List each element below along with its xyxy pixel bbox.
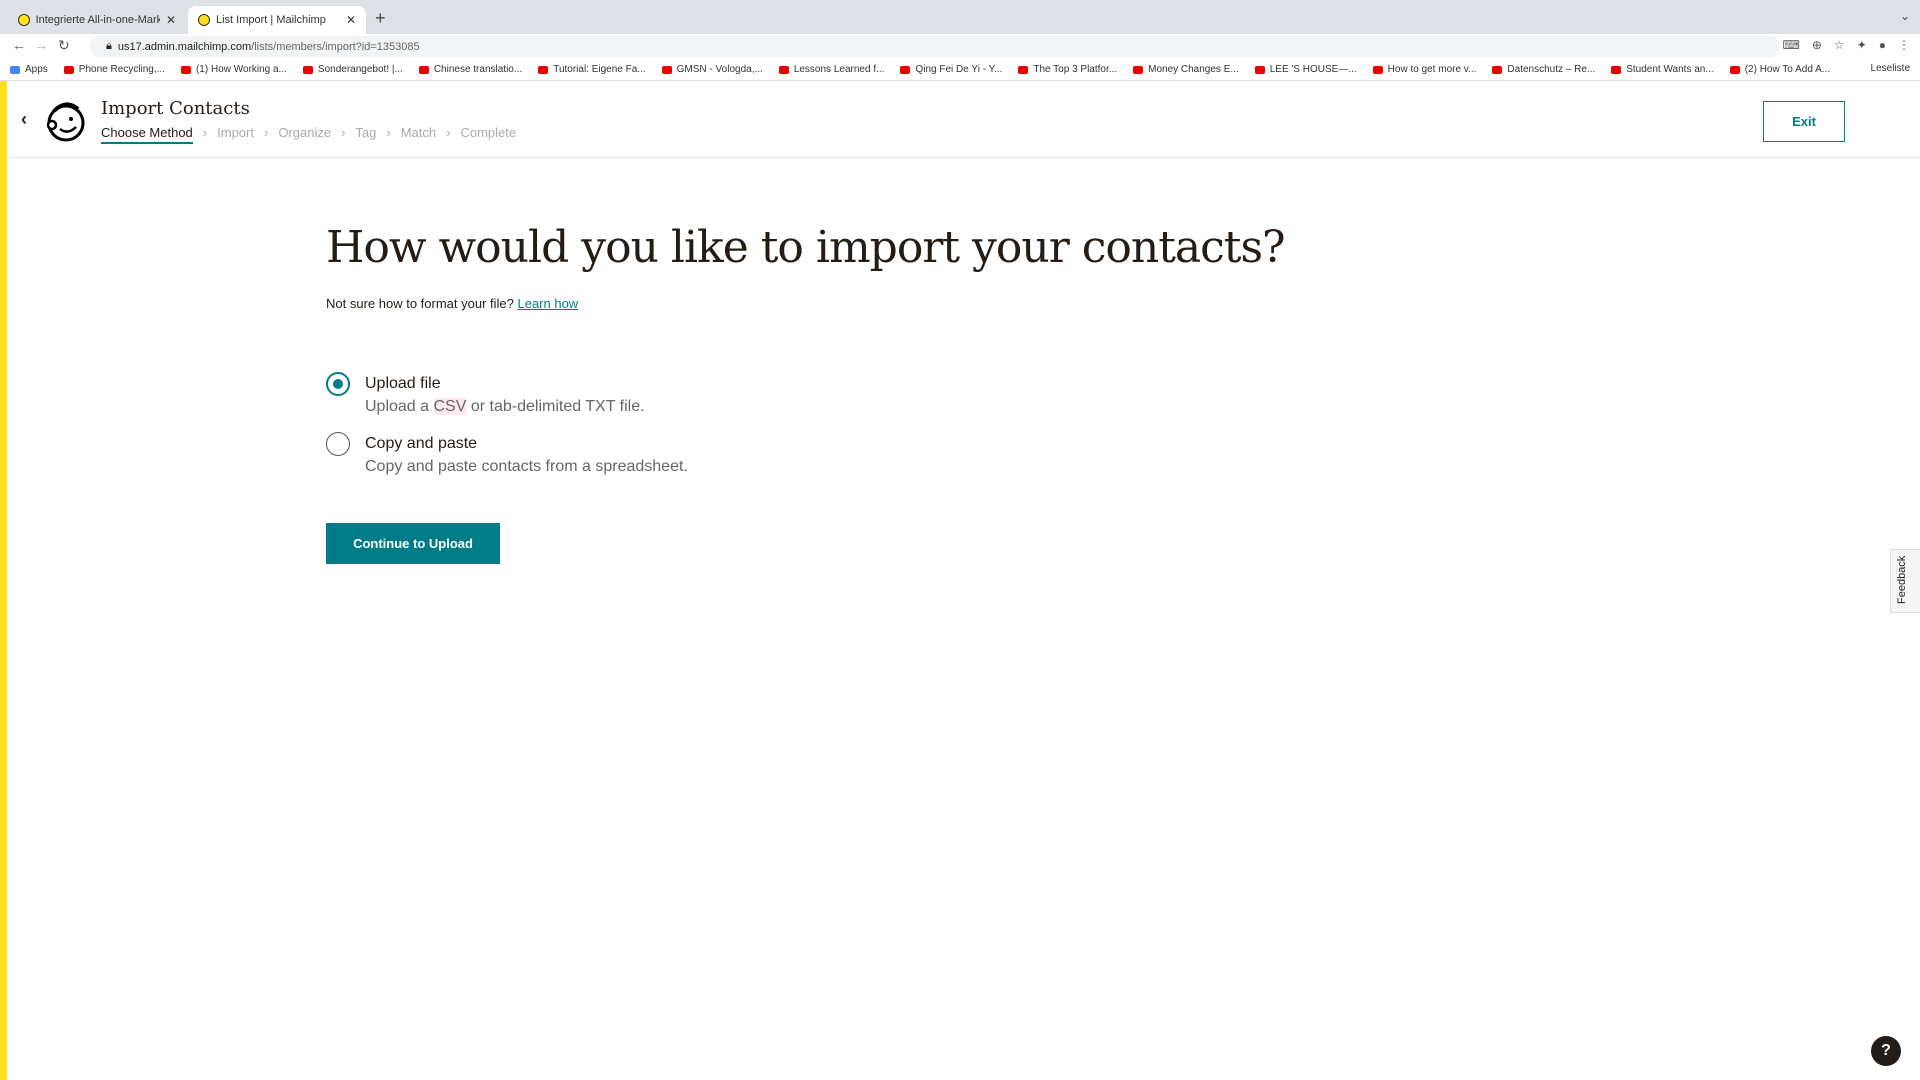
close-tab-icon[interactable]: ✕: [346, 13, 356, 27]
new-tab-button[interactable]: +: [375, 8, 386, 29]
profile-avatar[interactable]: ●: [1879, 38, 1886, 52]
breadcrumb-step: Choose Method: [101, 125, 193, 144]
bookmark-item[interactable]: Lessons Learned f...: [778, 64, 884, 75]
page-heading: How would you like to import your contac…: [326, 222, 1286, 273]
bookmark-item[interactable]: Phone Recycling,...: [63, 64, 165, 75]
bookmark-item[interactable]: LEE 'S HOUSE—...: [1254, 64, 1357, 75]
copy-paste-description: Copy and paste contacts from a spreadshe…: [365, 458, 688, 475]
bookmark-favicon-icon: [538, 65, 549, 74]
bookmark-item[interactable]: Chinese translatio...: [418, 64, 522, 75]
browser-tab-bar: Integrierte All-in-one-Marketin✕ List Im…: [0, 0, 1920, 34]
chevron-right-icon: ›: [341, 125, 346, 140]
url-input[interactable]: 🔒︎ us17.admin.mailchimp.com/lists/members…: [90, 36, 1780, 57]
bookmark-item[interactable]: The Top 3 Platfor...: [1018, 64, 1117, 75]
zoom-icon[interactable]: ⊕: [1812, 38, 1822, 52]
page-header: ‹ Import Contacts Choose Method › Import › O…: [7, 81, 1920, 158]
brand-stripe: [0, 81, 7, 1080]
back-arrow-icon[interactable]: ←: [12, 37, 26, 53]
bookmark-item[interactable]: How to get more v...: [1372, 64, 1476, 75]
breadcrumb-step: Import: [217, 125, 254, 140]
forward-arrow-icon[interactable]: →: [34, 37, 48, 53]
translate-icon[interactable]: ⌨: [1783, 38, 1800, 52]
bookmark-favicon-icon: [418, 65, 429, 74]
bookmarks-bar: Apps Phone Recycling,... (1) How Working a…: [0, 59, 1920, 81]
mailchimp-favicon-icon: [18, 14, 30, 26]
bookmark-item[interactable]: Datenschutz – Re...: [1492, 64, 1595, 75]
bookmark-item[interactable]: Money Changes E...: [1133, 64, 1239, 75]
bookmark-favicon-icon: [900, 65, 911, 74]
browser-tab[interactable]: Integrierte All-in-one-Marketin✕: [8, 6, 186, 34]
bookmark-item[interactable]: (1) How Working a...: [180, 64, 287, 75]
bookmark-favicon-icon: [1611, 65, 1622, 74]
bookmark-favicon-icon: [180, 65, 191, 74]
help-button[interactable]: ?: [1871, 1036, 1901, 1066]
feedback-tab[interactable]: Feedback: [1890, 549, 1920, 613]
chevron-right-icon: ›: [202, 125, 208, 140]
chevron-right-icon: ›: [263, 125, 269, 140]
copy-paste-radio[interactable]: [326, 432, 350, 456]
extensions-icon[interactable]: ✦: [1857, 38, 1867, 52]
copy-paste-label[interactable]: Copy and paste: [365, 435, 477, 453]
back-chevron-icon[interactable]: ‹: [21, 109, 27, 130]
browser-tab-active[interactable]: List Import | Mailchimp ✕: [188, 6, 366, 34]
bookmark-favicon-icon: [1492, 65, 1503, 74]
star-icon[interactable]: ☆: [1834, 38, 1845, 52]
bookmark-favicon-icon: [661, 65, 672, 74]
chevron-right-icon: ›: [446, 125, 451, 140]
bookmark-item[interactable]: Qing Fei De Yi - Y...: [900, 64, 1002, 75]
learn-how-link[interactable]: Learn how: [517, 296, 578, 311]
bookmark-favicon-icon: [63, 65, 74, 74]
help-text: Not sure how to format your file? Learn …: [326, 296, 579, 311]
bookmark-favicon-icon: [1372, 65, 1383, 74]
bookmark-favicon-icon: [1729, 65, 1740, 74]
breadcrumb-step: Organize: [278, 125, 332, 140]
page-title: Import Contacts: [101, 98, 250, 119]
menu-icon[interactable]: ⋮: [1898, 38, 1910, 52]
bookmark-favicon-icon: [302, 65, 313, 74]
upload-file-label[interactable]: Upload file: [365, 375, 441, 393]
bookmark-item[interactable]: (2) How To Add A...: [1729, 64, 1830, 75]
bookmark-item[interactable]: Sonderangebot! |...: [302, 64, 403, 75]
address-bar-row: ← → ↻ 🔒︎ us17.admin.mailchimp.com/lists/m…: [0, 34, 1920, 59]
mailchimp-logo: [46, 102, 85, 142]
exit-button[interactable]: Exit: [1763, 101, 1845, 142]
breadcrumb-step: Match: [400, 125, 437, 140]
bookmark-favicon-icon: [778, 65, 789, 74]
reload-icon[interactable]: ↻: [58, 37, 70, 54]
bookmark-item[interactable]: GMSN - Vologda,...: [661, 64, 763, 75]
tab-search-chevron-icon[interactable]: ⌄: [1900, 9, 1910, 23]
bookmark-favicon-icon: [1133, 65, 1144, 74]
chevron-right-icon: ›: [386, 125, 391, 140]
upload-file-description: Upload a CSV or tab-delimited TXT file.: [365, 398, 645, 415]
upload-file-radio[interactable]: [326, 372, 350, 396]
bookmark-favicon-icon: [1018, 65, 1029, 74]
bookmark-favicon-icon: [10, 65, 20, 74]
breadcrumb: Choose Method › Import › Organize › Tag › Match ›…: [101, 125, 516, 144]
reading-list-button[interactable]: Leseliste: [1871, 63, 1910, 74]
breadcrumb-step: Tag: [355, 125, 377, 140]
bookmark-item[interactable]: Student Wants an...: [1611, 64, 1714, 75]
mailchimp-favicon-icon: [198, 14, 210, 26]
continue-to-upload-button[interactable]: Continue to Upload: [326, 523, 500, 564]
bookmark-favicon-icon: [1254, 65, 1265, 74]
bookmark-item[interactable]: Apps: [10, 64, 48, 75]
close-tab-icon[interactable]: ✕: [166, 13, 176, 27]
lock-icon: 🔒︎: [106, 40, 112, 52]
breadcrumb-step: Complete: [460, 125, 517, 140]
bookmark-item[interactable]: Tutorial: Eigene Fa...: [538, 64, 646, 75]
